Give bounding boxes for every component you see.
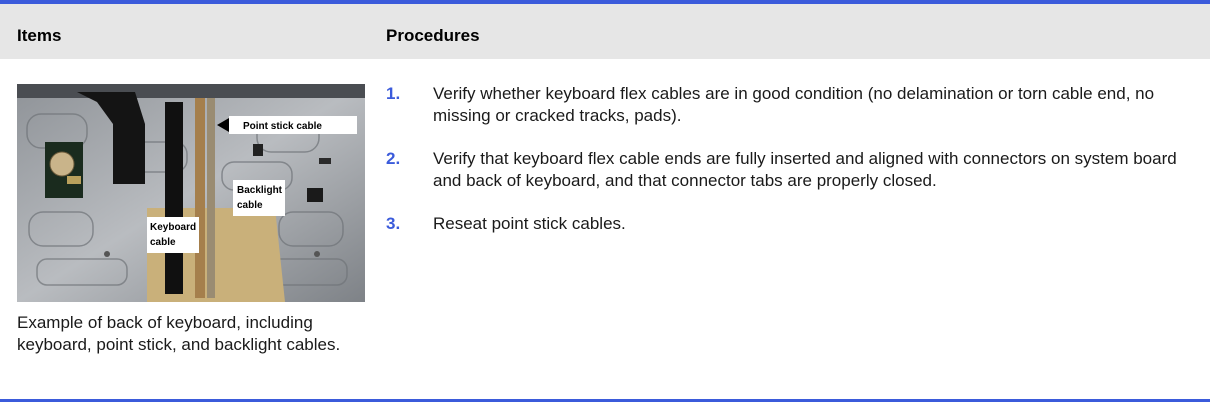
step-text: Verify whether keyboard flex cables are … xyxy=(433,84,1155,125)
keyboard-back-photo: Point stick cable Backlight cable Keyboa… xyxy=(17,84,365,302)
image-caption: Example of back of keyboard, including k… xyxy=(17,313,341,354)
procedure-list: 1. Verify whether keyboard flex cables a… xyxy=(386,83,1196,256)
step-text: Verify that keyboard flex cable ends are… xyxy=(433,149,1177,190)
procedure-step: 2. Verify that keyboard flex cable ends … xyxy=(386,148,1196,192)
step-number: 2. xyxy=(386,149,401,168)
table-header: Items Procedures xyxy=(0,4,1210,59)
label-point-stick-cable: Point stick cable xyxy=(243,121,322,132)
procedure-step: 1. Verify whether keyboard flex cables a… xyxy=(386,83,1196,127)
procedure-step: 3. Reseat point stick cables. xyxy=(386,213,1196,235)
table-bottom-rule xyxy=(0,399,1210,402)
procedure-table: Items Procedures Point stick cable Backl… xyxy=(0,0,1210,404)
label-backlight-line1: Backlight xyxy=(237,185,283,196)
label-keyboard-line2: cable xyxy=(150,237,176,248)
step-text: Reseat point stick cables. xyxy=(433,214,626,233)
step-number: 1. xyxy=(386,84,401,103)
label-keyboard-line1: Keyboard xyxy=(150,222,196,233)
step-number: 3. xyxy=(386,214,401,233)
column-header-items: Items xyxy=(17,26,62,45)
column-header-procedures: Procedures xyxy=(386,26,480,45)
label-backlight-line2: cable xyxy=(237,200,263,211)
